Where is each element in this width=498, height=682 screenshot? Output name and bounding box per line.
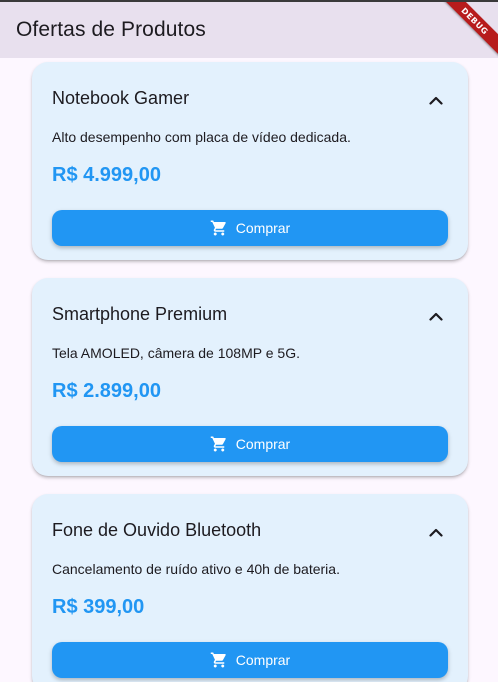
chevron-up-icon xyxy=(429,96,443,105)
shopping-cart-icon xyxy=(210,219,228,237)
product-description: Tela AMOLED, câmera de 108MP e 5G. xyxy=(52,345,300,361)
product-price: R$ 399,00 xyxy=(52,596,145,618)
product-name: Smartphone Premium xyxy=(52,304,228,324)
collapse-button[interactable] xyxy=(424,520,448,544)
product-price: R$ 2.899,00 xyxy=(52,380,161,402)
app-bar: Ofertas de Produtos xyxy=(0,2,498,58)
collapse-button[interactable] xyxy=(424,304,448,328)
product-description: Alto desempenho com placa de vídeo dedic… xyxy=(52,129,351,145)
product-name: Fone de Ouvido Bluetooth xyxy=(52,520,262,540)
shopping-cart-icon xyxy=(210,651,228,669)
buy-button[interactable]: Comprar xyxy=(52,642,448,678)
page-title: Ofertas de Produtos xyxy=(16,18,206,41)
product-card: Notebook Gamer Alto desempenho com placa… xyxy=(32,62,468,260)
buy-button-label: Comprar xyxy=(235,652,291,668)
product-name: Notebook Gamer xyxy=(52,88,190,108)
product-price: R$ 4.999,00 xyxy=(52,164,161,186)
app-window: Ofertas de Produtos DEBUG Notebook Gamer… xyxy=(0,0,498,682)
product-card: Smartphone Premium Tela AMOLED, câmera d… xyxy=(32,278,468,476)
product-card: Fone de Ouvido Bluetooth Cancelamento de… xyxy=(32,494,468,682)
debug-ribbon: DEBUG xyxy=(438,2,498,58)
buy-button-label: Comprar xyxy=(235,436,291,452)
shopping-cart-icon xyxy=(210,435,228,453)
chevron-up-icon xyxy=(429,528,443,537)
debug-label: DEBUG xyxy=(459,5,491,37)
buy-button[interactable]: Comprar xyxy=(52,210,448,246)
buy-button-label: Comprar xyxy=(235,220,291,236)
debug-banner: DEBUG xyxy=(438,2,498,62)
collapse-button[interactable] xyxy=(424,88,448,112)
product-description: Cancelamento de ruído ativo e 40h de bat… xyxy=(52,561,340,577)
chevron-up-icon xyxy=(429,312,443,321)
buy-button[interactable]: Comprar xyxy=(52,426,448,462)
